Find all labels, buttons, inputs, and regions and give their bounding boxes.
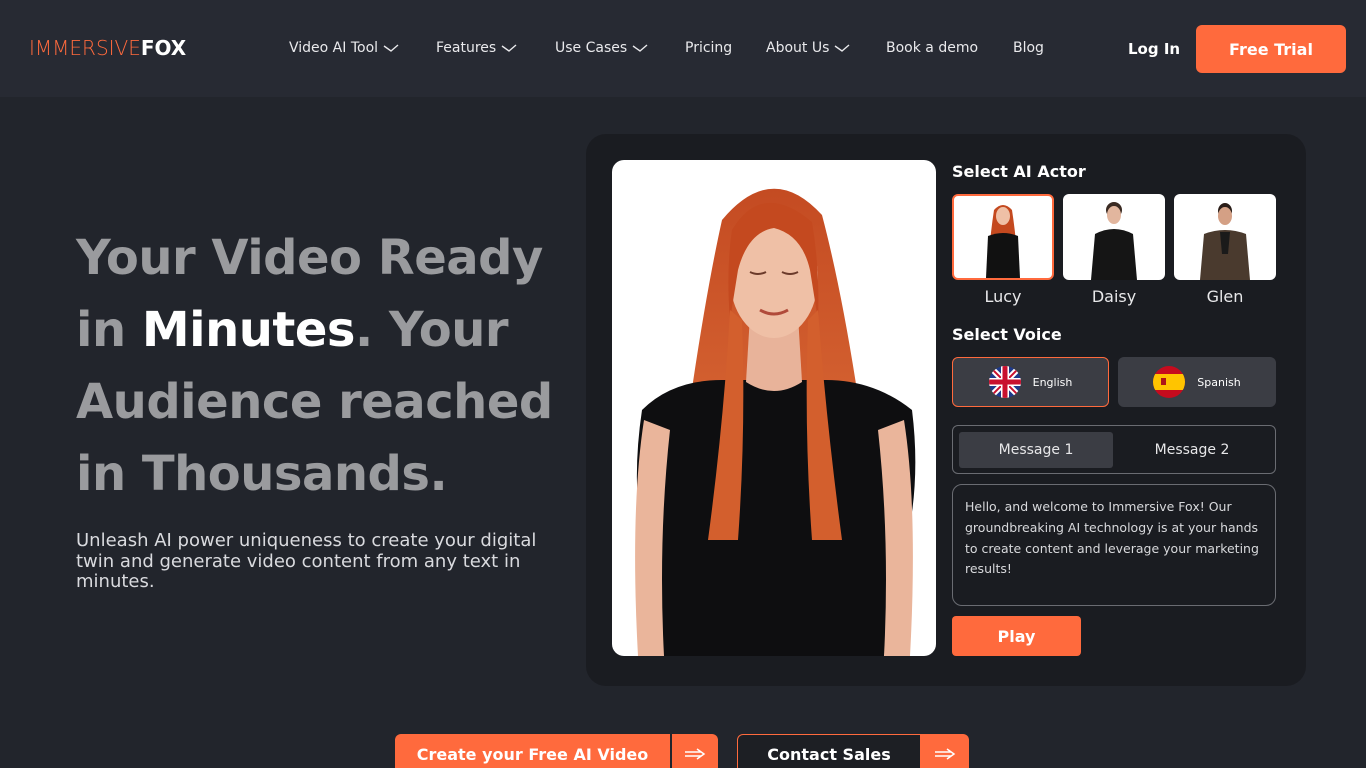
uk-flag-icon bbox=[988, 366, 1021, 398]
actor-portrait-image bbox=[635, 188, 916, 656]
actor-card-lucy[interactable] bbox=[952, 194, 1054, 280]
hero-title-highlight: Minutes bbox=[141, 302, 356, 358]
free-trial-button[interactable]: Free Trial bbox=[1196, 25, 1346, 73]
contact-sales-cta[interactable]: Contact Sales bbox=[737, 734, 969, 768]
logo-text-immersive: IMMERSIVE bbox=[29, 36, 141, 60]
nav-item-video-ai-tool[interactable]: Video AI Tool bbox=[289, 40, 399, 56]
hero-title-line3: Audience reached bbox=[76, 374, 553, 430]
nav-item-blog[interactable]: Blog bbox=[1013, 40, 1044, 56]
hero-title-rest: . Your bbox=[354, 302, 509, 358]
hero-title-in: in bbox=[76, 302, 142, 358]
logo[interactable]: IMMERSIVEFOX bbox=[29, 36, 186, 60]
nav-item-label: Blog bbox=[1013, 40, 1044, 56]
actor-thumbnail bbox=[1200, 203, 1250, 280]
message-tabs: Message 1 Message 2 bbox=[952, 425, 1276, 474]
nav-item-label: Pricing bbox=[685, 40, 733, 56]
cta-label: Create your Free AI Video bbox=[395, 734, 670, 768]
hero-subtitle: Unleash AI power uniqueness to create yo… bbox=[76, 530, 537, 592]
nav-item-label: Video AI Tool bbox=[289, 40, 379, 56]
voice-label: English bbox=[1032, 375, 1073, 389]
nav-item-label: Features bbox=[436, 40, 497, 56]
message-text-area[interactable]: Hello, and welcome to Immersive Fox! Our… bbox=[952, 484, 1276, 606]
double-arrow-right-icon bbox=[921, 734, 969, 768]
chevron-down-icon bbox=[834, 44, 850, 52]
actor-card-glen[interactable] bbox=[1174, 194, 1276, 280]
nav-item-use-cases[interactable]: Use Cases bbox=[555, 40, 648, 56]
double-arrow-right-icon bbox=[670, 734, 718, 768]
actor-name-glen: Glen bbox=[1206, 287, 1244, 306]
logo-text-fox: FOX bbox=[140, 36, 187, 60]
chevron-down-icon bbox=[383, 44, 399, 52]
tab-message-1[interactable]: Message 1 bbox=[959, 432, 1113, 468]
create-free-video-cta[interactable]: Create your Free AI Video bbox=[395, 734, 718, 768]
nav-item-about-us[interactable]: About Us bbox=[766, 40, 850, 56]
select-voice-title: Select Voice bbox=[952, 325, 1062, 344]
login-link[interactable]: Log In bbox=[1128, 40, 1180, 58]
hero-title: Your Video Ready in Minutes. Your Audien… bbox=[76, 222, 556, 510]
actor-thumbnail bbox=[1091, 202, 1137, 280]
actor-card-daisy[interactable] bbox=[1063, 194, 1165, 280]
voice-spanish-button[interactable]: Spanish bbox=[1118, 357, 1276, 407]
actor-name-daisy: Daisy bbox=[1091, 287, 1137, 306]
select-actor-title: Select AI Actor bbox=[952, 162, 1086, 181]
cta-label: Contact Sales bbox=[737, 734, 921, 768]
nav-item-features[interactable]: Features bbox=[436, 40, 517, 56]
actor-preview-video[interactable] bbox=[612, 160, 936, 656]
site-header: IMMERSIVEFOX Video AI Tool Features Use … bbox=[0, 0, 1366, 97]
nav-item-pricing[interactable]: Pricing bbox=[685, 40, 732, 56]
hero-title-line1: Your Video Ready bbox=[76, 230, 543, 286]
hero-title-line2: in Minutes. Your bbox=[76, 294, 556, 366]
nav-item-label: About Us bbox=[766, 40, 830, 56]
play-button[interactable]: Play bbox=[952, 616, 1081, 656]
tab-message-2[interactable]: Message 2 bbox=[1115, 432, 1269, 468]
hero-title-line4: in Thousands. bbox=[76, 446, 448, 502]
spain-flag-icon bbox=[1153, 366, 1186, 398]
chevron-down-icon bbox=[501, 44, 517, 52]
voice-english-button[interactable]: English bbox=[952, 357, 1109, 407]
actor-thumbnail bbox=[986, 205, 1020, 278]
nav-item-book-a-demo[interactable]: Book a demo bbox=[886, 40, 978, 56]
actor-name-lucy: Lucy bbox=[984, 287, 1022, 306]
nav-item-label: Book a demo bbox=[886, 40, 979, 56]
chevron-down-icon bbox=[632, 44, 648, 52]
voice-label: Spanish bbox=[1197, 375, 1241, 389]
nav-item-label: Use Cases bbox=[555, 40, 628, 56]
